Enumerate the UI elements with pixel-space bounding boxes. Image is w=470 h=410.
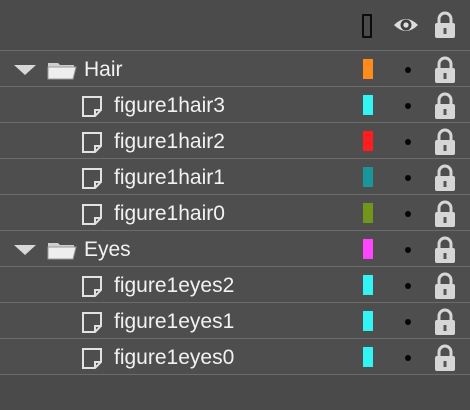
layer-color-swatch[interactable] xyxy=(363,275,373,295)
lock-icon[interactable] xyxy=(433,92,457,125)
layer-color-swatch[interactable] xyxy=(363,203,373,223)
layer-color-swatch[interactable] xyxy=(363,311,373,331)
layer-icon xyxy=(80,166,106,195)
visibility-dot[interactable] xyxy=(405,247,411,253)
layer-row[interactable]: figure1eyes2 xyxy=(0,266,470,302)
lock-icon[interactable] xyxy=(433,128,457,161)
layer-name: Eyes xyxy=(84,238,131,261)
layer-icon xyxy=(80,346,106,375)
layer-row[interactable]: figure1eyes1 xyxy=(0,302,470,338)
visibility-dot[interactable] xyxy=(405,211,411,217)
layer-row[interactable]: figure1hair3 xyxy=(0,86,470,122)
layer-folder-row[interactable]: Hair xyxy=(0,50,470,86)
lock-icon[interactable] xyxy=(433,344,457,377)
layer-name: Hair xyxy=(84,58,123,81)
lock-icon[interactable] xyxy=(433,272,457,305)
layer-name: figure1eyes2 xyxy=(114,274,235,297)
disclosure-triangle-icon[interactable] xyxy=(14,65,36,75)
layer-row[interactable]: figure1eyes0 xyxy=(0,338,470,374)
lock-icon[interactable] xyxy=(433,200,457,233)
visibility-dot[interactable] xyxy=(405,319,411,325)
layer-color-swatch[interactable] xyxy=(363,239,373,259)
layer-icon xyxy=(80,274,106,303)
folder-icon xyxy=(46,57,78,86)
visibility-dot[interactable] xyxy=(405,283,411,289)
layer-list: Hair figure1hair3 figure1hair2 figure1hair1… xyxy=(0,50,470,374)
visibility-dot[interactable] xyxy=(405,67,411,73)
outline-toggle-icon[interactable] xyxy=(362,14,372,38)
lock-icon[interactable] xyxy=(433,11,457,44)
empty-area xyxy=(0,374,470,410)
layer-color-swatch[interactable] xyxy=(363,347,373,367)
layers-panel: Hair figure1hair3 figure1hair2 figure1hair1… xyxy=(0,0,470,410)
lock-icon[interactable] xyxy=(433,164,457,197)
layer-row[interactable]: figure1hair2 xyxy=(0,122,470,158)
lock-icon[interactable] xyxy=(433,236,457,269)
eye-icon[interactable] xyxy=(393,15,419,40)
layer-row[interactable]: figure1hair1 xyxy=(0,158,470,194)
layer-name: figure1hair2 xyxy=(114,130,225,153)
layer-color-swatch[interactable] xyxy=(363,167,373,187)
layer-row[interactable]: figure1hair0 xyxy=(0,194,470,230)
layer-folder-row[interactable]: Eyes xyxy=(0,230,470,266)
layer-color-swatch[interactable] xyxy=(363,59,373,79)
layer-color-swatch[interactable] xyxy=(363,95,373,115)
visibility-dot[interactable] xyxy=(405,103,411,109)
layer-name: figure1hair1 xyxy=(114,166,225,189)
lock-icon[interactable] xyxy=(433,308,457,341)
layer-icon xyxy=(80,94,106,123)
layer-icon xyxy=(80,310,106,339)
layer-icon xyxy=(80,202,106,231)
visibility-dot[interactable] xyxy=(405,175,411,181)
layers-header xyxy=(0,0,470,50)
layer-name: figure1eyes0 xyxy=(114,346,235,369)
folder-icon xyxy=(46,237,78,266)
layer-name: figure1eyes1 xyxy=(114,310,235,333)
layer-color-swatch[interactable] xyxy=(363,131,373,151)
visibility-dot[interactable] xyxy=(405,355,411,361)
disclosure-triangle-icon[interactable] xyxy=(14,245,36,255)
layer-name: figure1hair3 xyxy=(114,94,225,117)
lock-icon[interactable] xyxy=(433,56,457,89)
visibility-dot[interactable] xyxy=(405,139,411,145)
layer-icon xyxy=(80,130,106,159)
layer-name: figure1hair0 xyxy=(114,202,225,225)
